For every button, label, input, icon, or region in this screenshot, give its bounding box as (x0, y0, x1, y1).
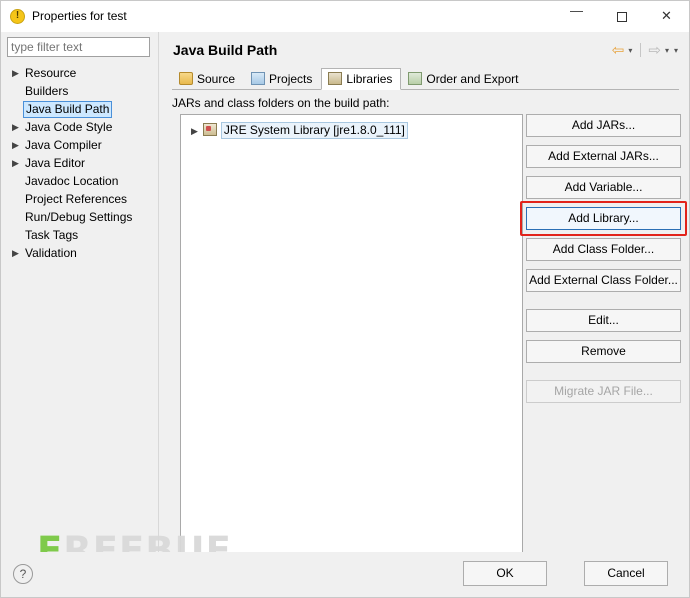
cancel-button[interactable]: Cancel (584, 561, 668, 586)
forward-dropdown-icon[interactable]: ▾ (665, 46, 672, 55)
chevron-right-icon[interactable]: ▶ (12, 154, 22, 172)
ok-button[interactable]: OK (463, 561, 547, 586)
toolbar-separator (640, 43, 642, 57)
properties-dialog: Properties for test — ✕ ▶ Resource Build… (0, 0, 690, 598)
sidebar-item-java-build-path[interactable]: Java Build Path (1, 100, 158, 118)
warning-icon (10, 9, 25, 24)
sidebar-item-resource[interactable]: ▶ Resource (1, 64, 158, 82)
tab-label: Order and Export (426, 72, 519, 86)
tab-label: Projects (269, 72, 313, 86)
view-menu-icon[interactable]: ▾ (674, 46, 681, 55)
sidebar-item-builders[interactable]: Builders (1, 82, 158, 100)
settings-sidebar: ▶ Resource Builders Java Build Path ▶ Ja… (1, 32, 158, 597)
add-variable-button[interactable]: Add Variable... (526, 176, 681, 199)
sidebar-item-label: Resource (25, 66, 77, 80)
add-jars-button[interactable]: Add JARs... (526, 114, 681, 137)
sidebar-item-java-code-style[interactable]: ▶ Java Code Style (1, 118, 158, 136)
tab-source[interactable]: Source (172, 68, 244, 89)
library-icon (202, 123, 217, 136)
sidebar-tree: ▶ Resource Builders Java Build Path ▶ Ja… (1, 64, 158, 597)
title-bar: Properties for test — ✕ (1, 1, 689, 33)
dialog-footer: ? OK Cancel (1, 552, 689, 597)
tab-label: Libraries (346, 72, 393, 86)
sidebar-item-label: Run/Debug Settings (25, 210, 133, 224)
chevron-right-icon[interactable]: ▶ (12, 244, 22, 262)
sidebar-item-label: Java Build Path (23, 101, 113, 118)
sidebar-item-javadoc-location[interactable]: Javadoc Location (1, 172, 158, 190)
tab-order-and-export[interactable]: Order and Export (401, 68, 527, 89)
list-item-label: JRE System Library [jre1.8.0_111] (220, 122, 408, 139)
page-nav-toolbar: ⇦ ▾ ⇨ ▾ ▾ (610, 40, 681, 60)
close-button[interactable]: ✕ (644, 1, 689, 31)
add-external-class-folder-button[interactable]: Add External Class Folder... (526, 269, 681, 292)
sidebar-item-java-compiler[interactable]: ▶ Java Compiler (1, 136, 158, 154)
libraries-icon (328, 72, 343, 85)
sidebar-item-project-references[interactable]: Project References (1, 190, 158, 208)
list-item[interactable]: ▶ JRE System Library [jre1.8.0_111] (181, 121, 522, 139)
tab-libraries[interactable]: Libraries (321, 68, 402, 90)
sidebar-item-label: Builders (25, 84, 69, 98)
window-title: Properties for test (32, 9, 127, 23)
sidebar-item-label: Task Tags (25, 228, 79, 242)
help-icon[interactable]: ? (13, 564, 33, 584)
build-path-label: JARs and class folders on the build path… (172, 96, 390, 110)
forward-arrow-icon[interactable]: ⇨ (646, 43, 663, 58)
migrate-jar-file-button: Migrate JAR File... (526, 380, 681, 403)
add-external-jars-button[interactable]: Add External JARs... (526, 145, 681, 168)
sidebar-item-label: Java Code Style (25, 120, 113, 134)
properties-content: Java Build Path ⇦ ▾ ⇨ ▾ ▾ Source Project… (158, 32, 689, 567)
tab-bar: Source Projects Libraries Order and Expo… (172, 67, 679, 90)
sidebar-item-label: Javadoc Location (25, 174, 119, 188)
minimize-button[interactable]: — (554, 1, 599, 31)
chevron-right-icon[interactable]: ▶ (12, 136, 22, 154)
remove-button[interactable]: Remove (526, 340, 681, 363)
sidebar-item-validation[interactable]: ▶ Validation (1, 244, 158, 262)
tab-label: Source (197, 72, 236, 86)
sidebar-item-label: Java Compiler (25, 138, 102, 152)
build-path-list[interactable]: ▶ JRE System Library [jre1.8.0_111] (180, 114, 523, 567)
minimize-glyph: — (570, 3, 583, 18)
sidebar-item-java-editor[interactable]: ▶ Java Editor (1, 154, 158, 172)
build-path-actions: Add JARs... Add External JARs... Add Var… (520, 114, 687, 411)
maximize-button[interactable] (599, 1, 644, 31)
sidebar-item-label: Validation (25, 246, 77, 260)
sidebar-item-label: Project References (25, 192, 128, 206)
projects-icon (251, 72, 266, 85)
add-library-highlight-wrapper: Add Library... (520, 201, 687, 236)
sidebar-item-task-tags[interactable]: Task Tags (1, 226, 158, 244)
sidebar-item-label: Java Editor (25, 156, 86, 170)
chevron-right-icon[interactable]: ▶ (12, 118, 22, 136)
filter-input[interactable] (7, 37, 150, 57)
add-class-folder-button[interactable]: Add Class Folder... (526, 238, 681, 261)
page-title: Java Build Path (173, 42, 278, 58)
back-dropdown-icon[interactable]: ▾ (628, 46, 635, 55)
chevron-right-icon[interactable]: ▶ (191, 126, 198, 136)
close-glyph: ✕ (661, 8, 672, 23)
add-library-button[interactable]: Add Library... (526, 207, 681, 230)
back-arrow-icon[interactable]: ⇦ (610, 43, 627, 58)
sidebar-item-run-debug-settings[interactable]: Run/Debug Settings (1, 208, 158, 226)
source-folder-icon (179, 72, 193, 85)
order-export-icon (408, 72, 423, 85)
chevron-right-icon[interactable]: ▶ (12, 64, 22, 82)
maximize-glyph (616, 11, 627, 22)
edit-button[interactable]: Edit... (526, 309, 681, 332)
tab-projects[interactable]: Projects (244, 68, 321, 89)
